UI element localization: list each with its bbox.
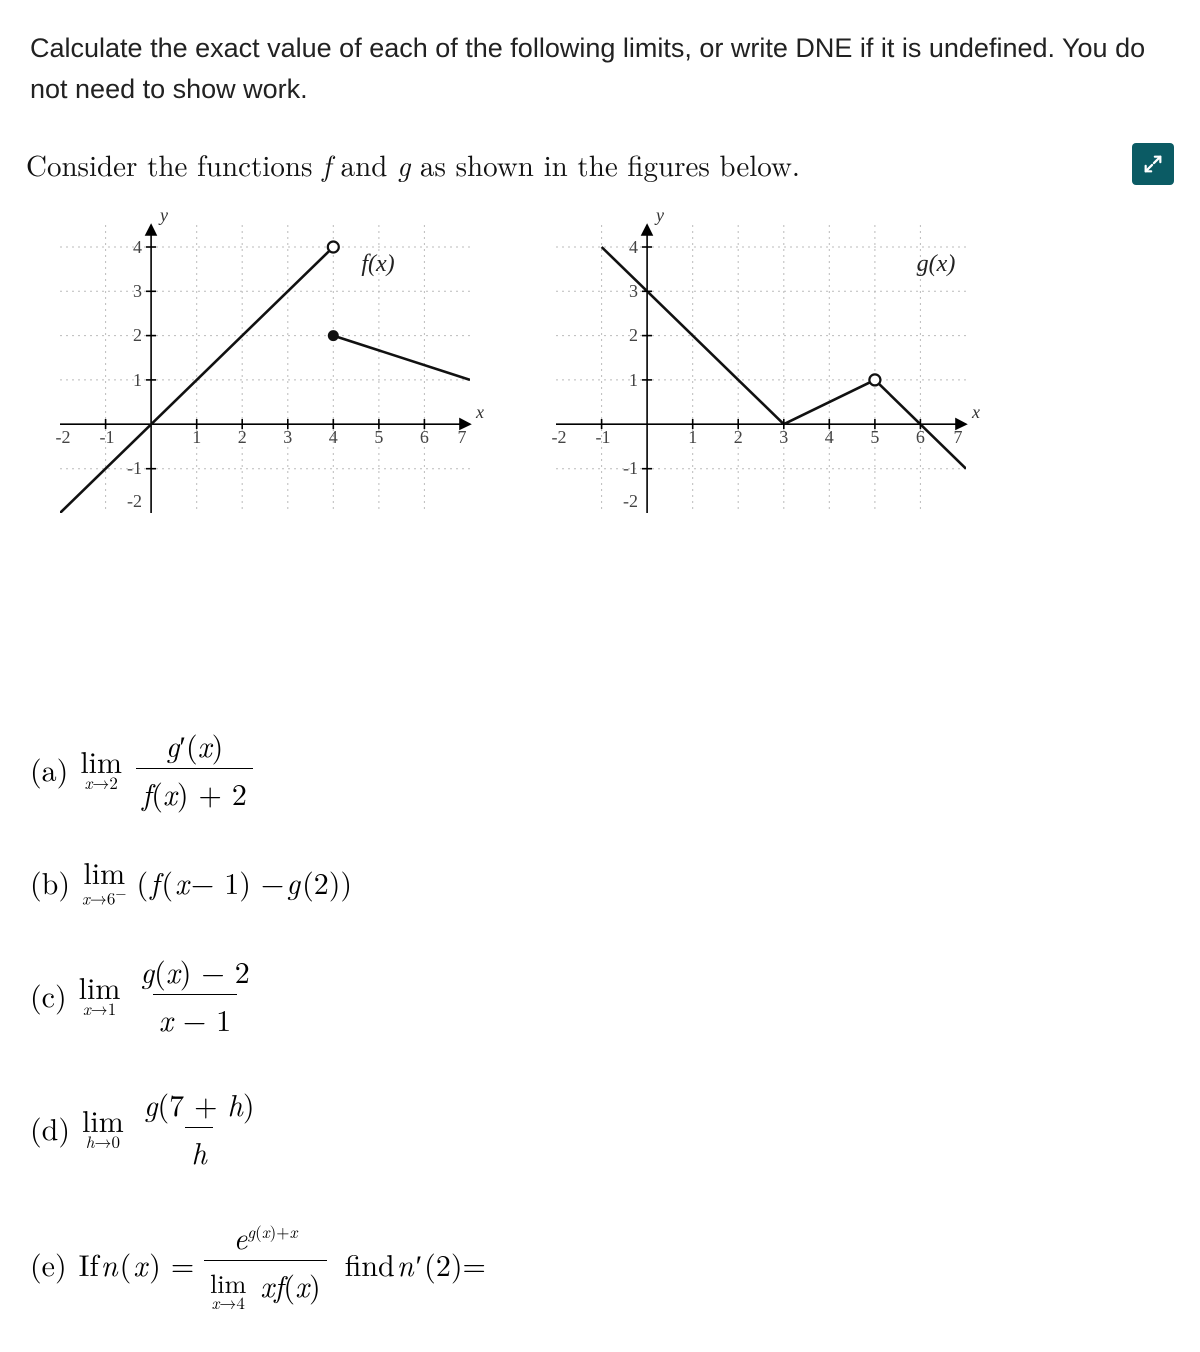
problem-a-fraction: g′(x) f(x) + 2 bbox=[136, 723, 253, 814]
problem-e-label: (e) bbox=[30, 1242, 67, 1285]
problem-c-approach: x→1 bbox=[83, 1000, 116, 1018]
problem-c-label: (c) bbox=[30, 973, 67, 1016]
problem-a-den: f(x) + 2 bbox=[136, 768, 253, 814]
svg-text:4: 4 bbox=[629, 237, 638, 257]
chart-g: -2 -1 1 2 3 4 5 6 7 -1 -2 1 2 3 4 bbox=[526, 203, 996, 533]
svg-text:-2: -2 bbox=[127, 491, 142, 511]
context-bar: Consider the functions f and g as shown … bbox=[26, 143, 1174, 185]
svg-text:3: 3 bbox=[779, 427, 788, 447]
problem-b: (b) lim x→6− (f(x − 1) − g(2)) bbox=[30, 856, 1170, 907]
context-text: Consider the functions f and g as shown … bbox=[26, 144, 800, 185]
problems-list: (a) lim x→2 g′(x) f(x) + 2 (b) lim x→6− … bbox=[30, 723, 1170, 1312]
problem-d-fraction: g(7 + h) h bbox=[138, 1082, 261, 1173]
svg-text:6: 6 bbox=[420, 427, 429, 447]
problem-a-lim: lim x→2 bbox=[80, 745, 122, 792]
problem-a: (a) lim x→2 g′(x) f(x) + 2 bbox=[30, 723, 1170, 814]
svg-text:3: 3 bbox=[283, 427, 292, 447]
problem-e-den-approach: x→4 bbox=[212, 1294, 245, 1312]
svg-text:3: 3 bbox=[133, 281, 142, 301]
svg-text:x: x bbox=[475, 402, 484, 422]
problem-e-suffix: find n′(2)= bbox=[345, 1242, 486, 1285]
problem-d-lim: lim h→0 bbox=[82, 1104, 124, 1151]
svg-text:1: 1 bbox=[629, 370, 638, 390]
svg-text:y: y bbox=[158, 205, 168, 225]
svg-text:-2: -2 bbox=[552, 427, 567, 447]
problem-c-lim: lim x→1 bbox=[79, 971, 121, 1018]
problem-b-expr: (f(x − 1) − g(2)) bbox=[136, 860, 352, 903]
svg-text:-1: -1 bbox=[127, 458, 142, 478]
problem-d-num: g(7 + h) bbox=[138, 1082, 261, 1127]
svg-text:1: 1 bbox=[192, 427, 201, 447]
svg-text:2: 2 bbox=[133, 325, 142, 345]
svg-text:g(x): g(x) bbox=[917, 251, 956, 277]
svg-text:2: 2 bbox=[629, 325, 638, 345]
svg-text:3: 3 bbox=[629, 281, 638, 301]
problem-a-approach: x→2 bbox=[84, 774, 117, 792]
svg-text:1: 1 bbox=[688, 427, 697, 447]
svg-text:7: 7 bbox=[458, 427, 467, 447]
problem-d: (d) lim h→0 g(7 + h) h bbox=[30, 1082, 1170, 1173]
problem-b-lim: lim x→6− bbox=[82, 856, 126, 907]
svg-text:y: y bbox=[654, 205, 664, 225]
svg-text:-2: -2 bbox=[623, 491, 638, 511]
problem-d-label: (d) bbox=[30, 1106, 70, 1149]
problem-d-den: h bbox=[185, 1127, 212, 1173]
svg-text:1: 1 bbox=[133, 370, 142, 390]
problem-a-num: g′(x) bbox=[160, 723, 230, 768]
svg-text:-1: -1 bbox=[623, 458, 638, 478]
expand-button[interactable] bbox=[1132, 143, 1174, 185]
problem-a-label: (a) bbox=[30, 747, 68, 790]
problem-e-fraction: eg(x)+x lim x→4 xf(x) bbox=[204, 1215, 327, 1312]
svg-text:5: 5 bbox=[870, 427, 879, 447]
svg-text:4: 4 bbox=[133, 237, 142, 257]
problem-e: (e) If n(x) = eg(x)+x lim x→4 xf(x) find… bbox=[30, 1215, 1170, 1312]
problem-e-prefix: If n(x) = bbox=[79, 1242, 194, 1285]
problem-b-label: (b) bbox=[30, 860, 70, 903]
problem-e-den: lim x→4 xf(x) bbox=[204, 1260, 327, 1312]
chart-f: -2 -1 1 2 3 4 5 6 7 -1 -2 1 2 3 4 bbox=[30, 203, 500, 533]
svg-text:-1: -1 bbox=[100, 427, 115, 447]
svg-text:2: 2 bbox=[238, 427, 247, 447]
svg-text:4: 4 bbox=[329, 427, 338, 447]
problem-c-den: x − 1 bbox=[153, 994, 237, 1040]
problem-c-fraction: g(x) − 2 x − 1 bbox=[134, 949, 255, 1040]
problem-d-approach: h→0 bbox=[86, 1133, 120, 1151]
problem-e-num: eg(x)+x bbox=[227, 1215, 303, 1260]
svg-text:-1: -1 bbox=[596, 427, 611, 447]
charts-row: -2 -1 1 2 3 4 5 6 7 -1 -2 1 2 3 4 bbox=[30, 203, 1170, 533]
svg-text:6: 6 bbox=[916, 427, 925, 447]
problem-c-num: g(x) − 2 bbox=[134, 949, 255, 994]
problem-c: (c) lim x→1 g(x) − 2 x − 1 bbox=[30, 949, 1170, 1040]
svg-text:4: 4 bbox=[825, 427, 834, 447]
svg-text:5: 5 bbox=[374, 427, 383, 447]
svg-text:2: 2 bbox=[734, 427, 743, 447]
svg-text:f(x): f(x) bbox=[361, 251, 394, 277]
svg-text:7: 7 bbox=[954, 427, 963, 447]
expand-icon bbox=[1142, 153, 1164, 175]
svg-text:-2: -2 bbox=[56, 427, 71, 447]
instructions-text: Calculate the exact value of each of the… bbox=[30, 28, 1170, 109]
problem-b-approach: x→6− bbox=[82, 886, 126, 908]
svg-text:x: x bbox=[971, 402, 980, 422]
